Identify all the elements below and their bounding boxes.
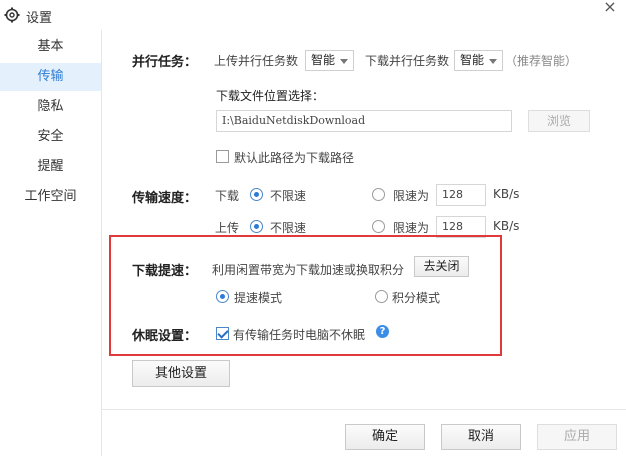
close-button[interactable]: × [598,0,622,16]
boost-close-button[interactable]: 去关闭 [414,256,469,277]
upload-parallel-value: 智能 [311,53,336,67]
upload-parallel-label: 上传并行任务数 [214,54,299,68]
ok-button[interactable]: 确定 [345,424,425,450]
default-path-label: 默认此路径为下载路径 [234,151,355,165]
sidebar-item-privacy[interactable]: 隐私 [0,93,101,121]
boost-speed-mode-radio[interactable] [216,290,229,303]
download-unlimited-radio[interactable] [250,188,263,201]
download-limit-unit: KB/s [493,187,520,201]
upload-limit-unit: KB/s [493,219,520,233]
download-parallel-select[interactable]: 智能 [454,50,503,71]
download-limit-radio[interactable] [372,188,385,201]
boost-points-mode-label: 积分模式 [392,291,441,305]
sidebar: 基本 传输 隐私 安全 提醒 工作空间 [0,30,102,456]
boost-speed-mode-label: 提速模式 [234,291,283,305]
upload-unlimited-radio[interactable] [250,220,263,233]
sidebar-item-reminder[interactable]: 提醒 [0,153,101,181]
transfer-speed-label: 传输速度： [132,191,198,206]
prevent-sleep-checkbox[interactable] [216,327,229,340]
parallel-tasks-label: 并行任务： [132,55,198,70]
upload-unlimited-label: 不限速 [270,221,307,235]
cancel-button[interactable]: 取消 [441,424,521,450]
gear-icon [4,7,20,23]
download-parallel-value: 智能 [460,53,485,67]
other-settings-button[interactable]: 其他设置 [132,360,230,387]
download-boost-label: 下载提速： [132,264,198,279]
download-limit-input[interactable]: 128 [436,184,486,206]
download-path-input[interactable]: I:\BaiduNetdiskDownload [216,110,512,132]
footer-divider [102,409,626,410]
upload-limit-radio[interactable] [372,220,385,233]
download-unlimited-label: 不限速 [270,189,307,203]
download-speed-label: 下载 [215,189,240,203]
sidebar-item-security[interactable]: 安全 [0,123,101,151]
chevron-down-icon [340,59,348,64]
title-bar: 设置 × [0,0,626,30]
upload-limit-label: 限速为 [393,221,430,235]
help-icon[interactable]: ? [376,325,389,338]
download-parallel-label: 下载并行任务数 [365,54,450,68]
window-title: 设置 [26,11,53,26]
chevron-down-icon [489,59,497,64]
boost-description: 利用闲置带宽为下载加速或换取积分 [212,263,405,277]
upload-speed-label: 上传 [215,221,240,235]
sidebar-item-workspace[interactable]: 工作空间 [0,183,101,211]
prevent-sleep-label: 有传输任务时电脑不休眠 [233,328,366,342]
recommend-hint: （推荐智能） [505,54,578,68]
download-location-label: 下载文件位置选择： [216,89,325,103]
boost-points-mode-radio[interactable] [375,290,388,303]
download-limit-label: 限速为 [393,189,430,203]
upload-parallel-select[interactable]: 智能 [305,50,354,71]
browse-button[interactable]: 浏览 [528,110,590,132]
sleep-settings-label: 休眠设置： [132,329,198,344]
sidebar-item-basic[interactable]: 基本 [0,33,101,61]
apply-button[interactable]: 应用 [537,424,617,450]
default-path-checkbox[interactable] [216,150,229,163]
sidebar-item-transfer[interactable]: 传输 [0,63,101,91]
